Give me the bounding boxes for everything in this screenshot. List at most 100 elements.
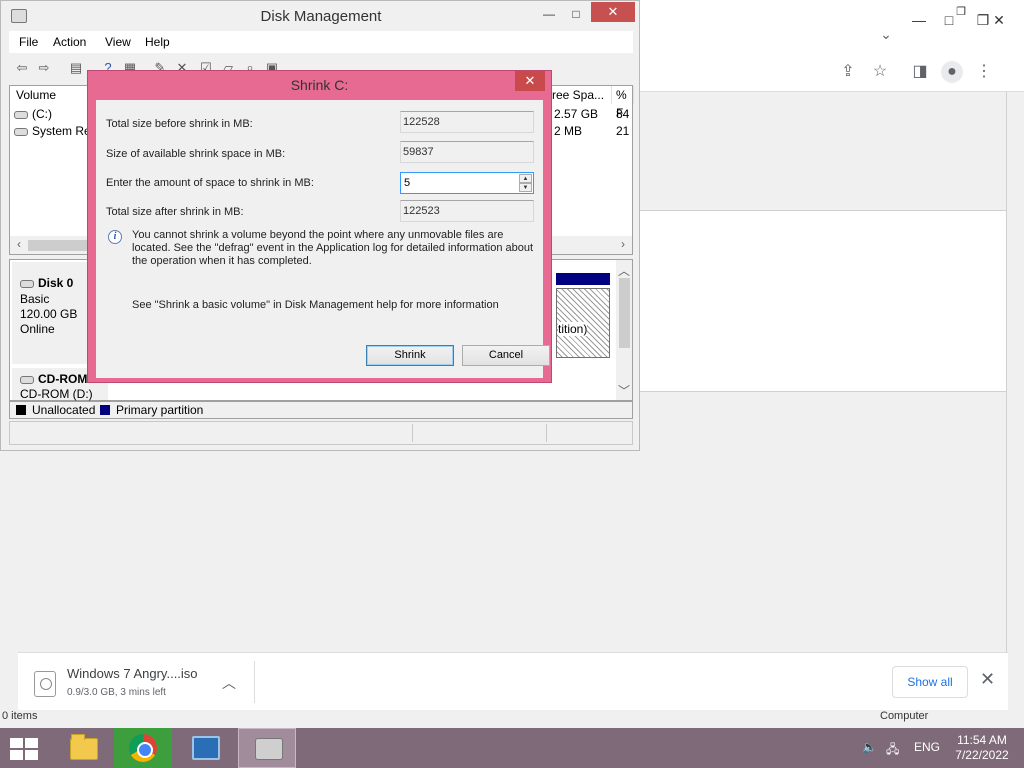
disk-icon — [20, 279, 34, 288]
shrink-amount-stepper[interactable]: ▲ ▼ — [400, 172, 534, 194]
menu-view[interactable]: View — [105, 35, 131, 49]
dialog-close-button[interactable]: ✕ — [515, 71, 545, 91]
legend: Unallocated Primary partition — [9, 401, 633, 419]
profile-avatar-icon[interactable]: ● — [941, 61, 963, 83]
info-icon: i — [108, 230, 122, 244]
language-indicator[interactable]: ENG — [914, 740, 940, 754]
content-panel — [636, 210, 1006, 392]
title-bar[interactable]: Disk Management — □ ✕ — [1, 1, 639, 31]
chevron-up-icon[interactable]: ︿ — [222, 673, 236, 693]
disk-title: Disk 0 — [20, 276, 73, 290]
cdrom-drive: CD-ROM (D:) — [20, 387, 93, 401]
close-button[interactable]: ✕ — [984, 10, 1014, 30]
legend-swatch-unallocated — [16, 405, 26, 415]
dialog-body: Total size before shrink in MB: 122528 S… — [96, 100, 550, 378]
back-arrow-icon[interactable]: ⇦ — [13, 60, 31, 76]
clock[interactable]: 11:54 AM 7/22/2022 — [942, 733, 1022, 763]
download-shelf: Windows 7 Angry....iso 0.9/3.0 GB, 3 min… — [18, 652, 1008, 710]
download-progress: 0.9/3.0 GB, 3 mins left — [67, 687, 166, 698]
cancel-button[interactable]: Cancel — [462, 345, 550, 366]
shrink-button[interactable]: Shrink — [366, 345, 454, 366]
scroll-up-icon[interactable]: ︿ — [617, 262, 631, 279]
close-shelf-icon[interactable]: ✕ — [980, 669, 995, 690]
drive-icon — [14, 127, 28, 136]
disk-type: Basic — [20, 292, 50, 306]
scroll-left-icon[interactable]: ‹ — [12, 237, 26, 251]
control-panel-icon — [192, 736, 220, 760]
cdrom-icon — [20, 375, 34, 384]
percent-free-cell: 21 — [616, 124, 630, 138]
taskbar: 🔈 🖧 ENG 11:54 AM 7/22/2022 — [0, 728, 1024, 768]
disk-management-taskbar-button[interactable] — [238, 728, 296, 768]
menu-bar: File Action View Help — [9, 31, 633, 53]
partition-header-bar — [556, 273, 610, 285]
menu-file[interactable]: File — [19, 35, 38, 49]
console-tree-icon[interactable]: ▤ — [67, 60, 85, 76]
drive-icon — [14, 110, 28, 119]
available-space-label: Size of available shrink space in MB: — [106, 148, 286, 160]
column-header-percent-free[interactable]: % F — [612, 86, 634, 120]
maximize-button[interactable]: □ — [934, 10, 964, 30]
computer-label: Computer — [880, 710, 929, 722]
download-filename[interactable]: Windows 7 Angry....iso — [67, 666, 198, 681]
close-button[interactable]: ✕ — [591, 2, 635, 22]
network-icon[interactable]: 🖧 — [886, 740, 899, 761]
windows-start-icon[interactable] — [10, 738, 40, 760]
status-bar — [9, 421, 633, 445]
divider — [1006, 92, 1007, 652]
increment-arrow-icon[interactable]: ▲ — [519, 174, 532, 183]
shrink-amount-label: Enter the amount of space to shrink in M… — [106, 177, 314, 189]
control-panel-taskbar-button[interactable] — [176, 728, 234, 768]
menu-action[interactable]: Action — [53, 35, 86, 49]
legend-label-primary: Primary partition — [116, 403, 204, 417]
shrink-dialog: Shrink C: ✕ Total size before shrink in … — [87, 70, 552, 383]
total-before-value: 122528 — [400, 111, 534, 133]
divider — [254, 661, 255, 703]
dialog-title: Shrink C: — [290, 77, 349, 93]
disk-status: Online — [20, 322, 55, 336]
total-after-label: Total size after shrink in MB: — [106, 206, 244, 218]
info-message: You cannot shrink a volume beyond the po… — [132, 229, 534, 267]
vertical-scrollbar[interactable]: ︿ ﹀ — [616, 260, 632, 400]
shrink-amount-input[interactable] — [401, 173, 513, 193]
decrement-arrow-icon[interactable]: ▼ — [519, 183, 532, 192]
legend-swatch-primary — [100, 405, 110, 415]
disk-name: Disk 0 — [38, 276, 74, 290]
scroll-thumb[interactable] — [619, 278, 630, 348]
volume-name: (C:) — [32, 107, 52, 121]
scroll-down-icon[interactable]: ﹀ — [617, 382, 631, 399]
cdrom-title: CD-ROM 0 — [20, 372, 97, 386]
minimize-button[interactable]: — — [535, 5, 563, 23]
maximize-button[interactable]: □ — [562, 5, 590, 23]
tab-search-chevron-icon[interactable]: ⌄ — [876, 26, 896, 46]
help-message: See "Shrink a basic volume" in Disk Mana… — [132, 299, 499, 311]
clock-date: 7/22/2022 — [955, 748, 1009, 762]
disk-management-icon — [255, 738, 283, 760]
forward-arrow-icon[interactable]: ⇨ — [35, 60, 53, 76]
items-count: 0 items — [2, 710, 38, 722]
partition-label: tition) — [558, 322, 588, 336]
side-panel-icon[interactable]: ◨ — [909, 61, 931, 83]
show-all-button[interactable]: Show all — [892, 666, 968, 698]
file-explorer-taskbar-button[interactable] — [54, 728, 112, 768]
percent-free-cell: 84 — [616, 107, 630, 121]
chrome-taskbar-button[interactable] — [114, 728, 172, 768]
menu-kebab-icon[interactable]: ⋮ — [973, 61, 995, 83]
free-space-cell: 2.57 GB — [554, 107, 599, 121]
table-row[interactable]: System Res — [14, 124, 97, 138]
available-space-value: 59837 — [400, 141, 534, 163]
chrome-icon — [129, 734, 157, 762]
menu-help[interactable]: Help — [145, 35, 170, 49]
bookmark-star-icon[interactable]: ☆ — [869, 61, 891, 83]
status-divider — [546, 424, 547, 442]
minimize-button[interactable]: — — [904, 10, 934, 30]
scroll-right-icon[interactable]: › — [616, 237, 630, 251]
legend-label-unallocated: Unallocated — [32, 403, 96, 417]
column-header-free-space[interactable]: ree Spa... — [546, 86, 612, 104]
status-divider — [412, 424, 413, 442]
underlying-status-bar: 0 items Computer — [0, 710, 1024, 728]
table-row[interactable]: (C:) — [14, 107, 52, 121]
speaker-muted-icon[interactable]: 🔈 — [862, 740, 877, 754]
share-icon[interactable]: ⇪ — [837, 61, 859, 83]
folder-icon — [70, 734, 98, 760]
